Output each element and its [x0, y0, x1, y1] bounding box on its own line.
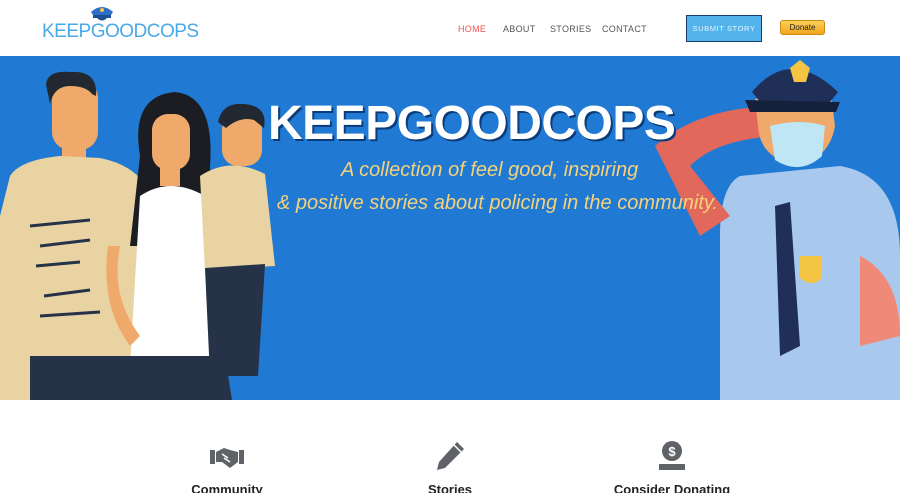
handshake-icon — [210, 448, 244, 468]
police-officer-figure — [655, 60, 900, 400]
hero-subtitle-line1: A collection of feel good, inspiring — [341, 159, 639, 181]
nav-home[interactable]: HOME — [458, 24, 486, 34]
nav-stories[interactable]: STORIES — [550, 24, 591, 34]
hero-title: KEEPGOODCOPS — [268, 97, 676, 150]
child-figure — [200, 103, 275, 376]
nav-contact[interactable]: CONTACT — [602, 24, 647, 34]
donate-button[interactable]: Donate — [780, 20, 825, 35]
svg-text:$: $ — [668, 444, 676, 459]
pencil-icon — [437, 442, 464, 470]
feature-community-label: Community — [191, 482, 263, 493]
submit-story-button[interactable]: SUBMIT STORY — [686, 15, 762, 42]
hero-banner: KEEPGOODCOPS A collection of feel good, … — [0, 56, 900, 400]
site-logo[interactable]: KEEPGOODCOPS — [42, 4, 199, 44]
police-cap-icon — [91, 7, 113, 21]
dollar-hand-icon: $ — [659, 441, 685, 470]
feature-community[interactable]: Community — [157, 440, 297, 493]
feature-donating[interactable]: $ Consider Donating — [602, 440, 742, 493]
feature-donating-label: Consider Donating — [613, 482, 731, 493]
feature-stories[interactable]: Stories — [380, 440, 520, 493]
site-header: KEEPGOODCOPS HOME ABOUT STORIES CONTACT … — [0, 0, 900, 56]
hero-subtitle-line2: & positive stories about policing in the… — [277, 192, 718, 214]
logo-text: KEEPGOODCOPS — [42, 21, 199, 42]
nav-about[interactable]: ABOUT — [503, 24, 536, 34]
feature-stories-label: Stories — [427, 482, 473, 493]
